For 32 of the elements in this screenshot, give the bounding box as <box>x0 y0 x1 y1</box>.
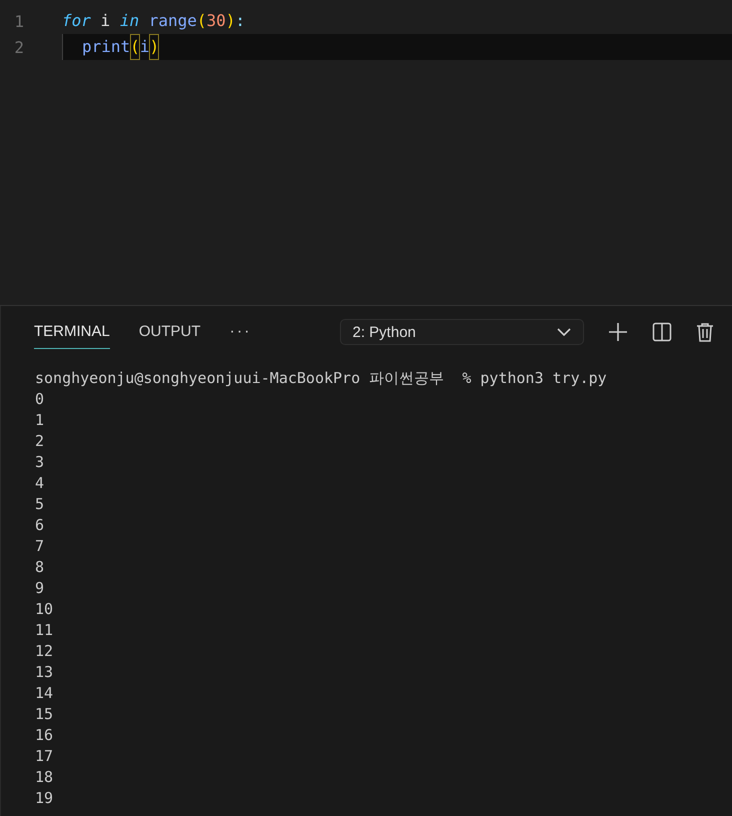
terminal-line: 10 <box>35 599 54 620</box>
terminal-line: 12 <box>35 641 54 662</box>
line-number: 1 <box>13 12 25 30</box>
terminal-line: 3 <box>35 452 46 473</box>
terminal-line: 11 <box>35 620 54 641</box>
terminal-line: 1 <box>35 410 46 431</box>
terminal-line: 9 <box>35 578 46 599</box>
terminal-line: 8 <box>35 557 46 578</box>
plus-icon[interactable] <box>608 322 628 342</box>
more-button[interactable]: ··· <box>230 323 252 341</box>
terminal-line: 18 <box>35 767 54 788</box>
terminal-line: 16 <box>35 725 54 746</box>
terminal-line: 4 <box>35 473 46 494</box>
split-icon[interactable] <box>652 322 672 342</box>
terminal-line: 13 <box>35 662 54 683</box>
terminal-line: 0 <box>35 389 46 410</box>
terminal-line: 6 <box>35 515 46 536</box>
chevron-down-icon <box>556 328 570 336</box>
terminal-line: 17 <box>35 746 54 767</box>
terminal-line: 14 <box>35 683 54 704</box>
terminal-line: 15 <box>35 704 54 725</box>
trash-icon[interactable] <box>696 322 714 342</box>
panel-tab[interactable]: OUTPUT <box>138 315 201 349</box>
terminal-line: 7 <box>35 536 46 557</box>
terminal-line: 5 <box>35 494 46 515</box>
terminal-dropdown[interactable]: 2: Python <box>340 319 584 345</box>
terminal-line: songhyeonju@songhyeonjuui-MacBookPro 파이썬공부 % python3 try.py <box>35 368 608 389</box>
code-line: for i in range(30): <box>62 10 246 32</box>
line-number: 2 <box>13 38 25 56</box>
terminal-line: 19 <box>35 788 54 809</box>
panel-tab[interactable]: TERMINAL <box>34 315 110 349</box>
terminal-line: 2 <box>35 431 46 452</box>
